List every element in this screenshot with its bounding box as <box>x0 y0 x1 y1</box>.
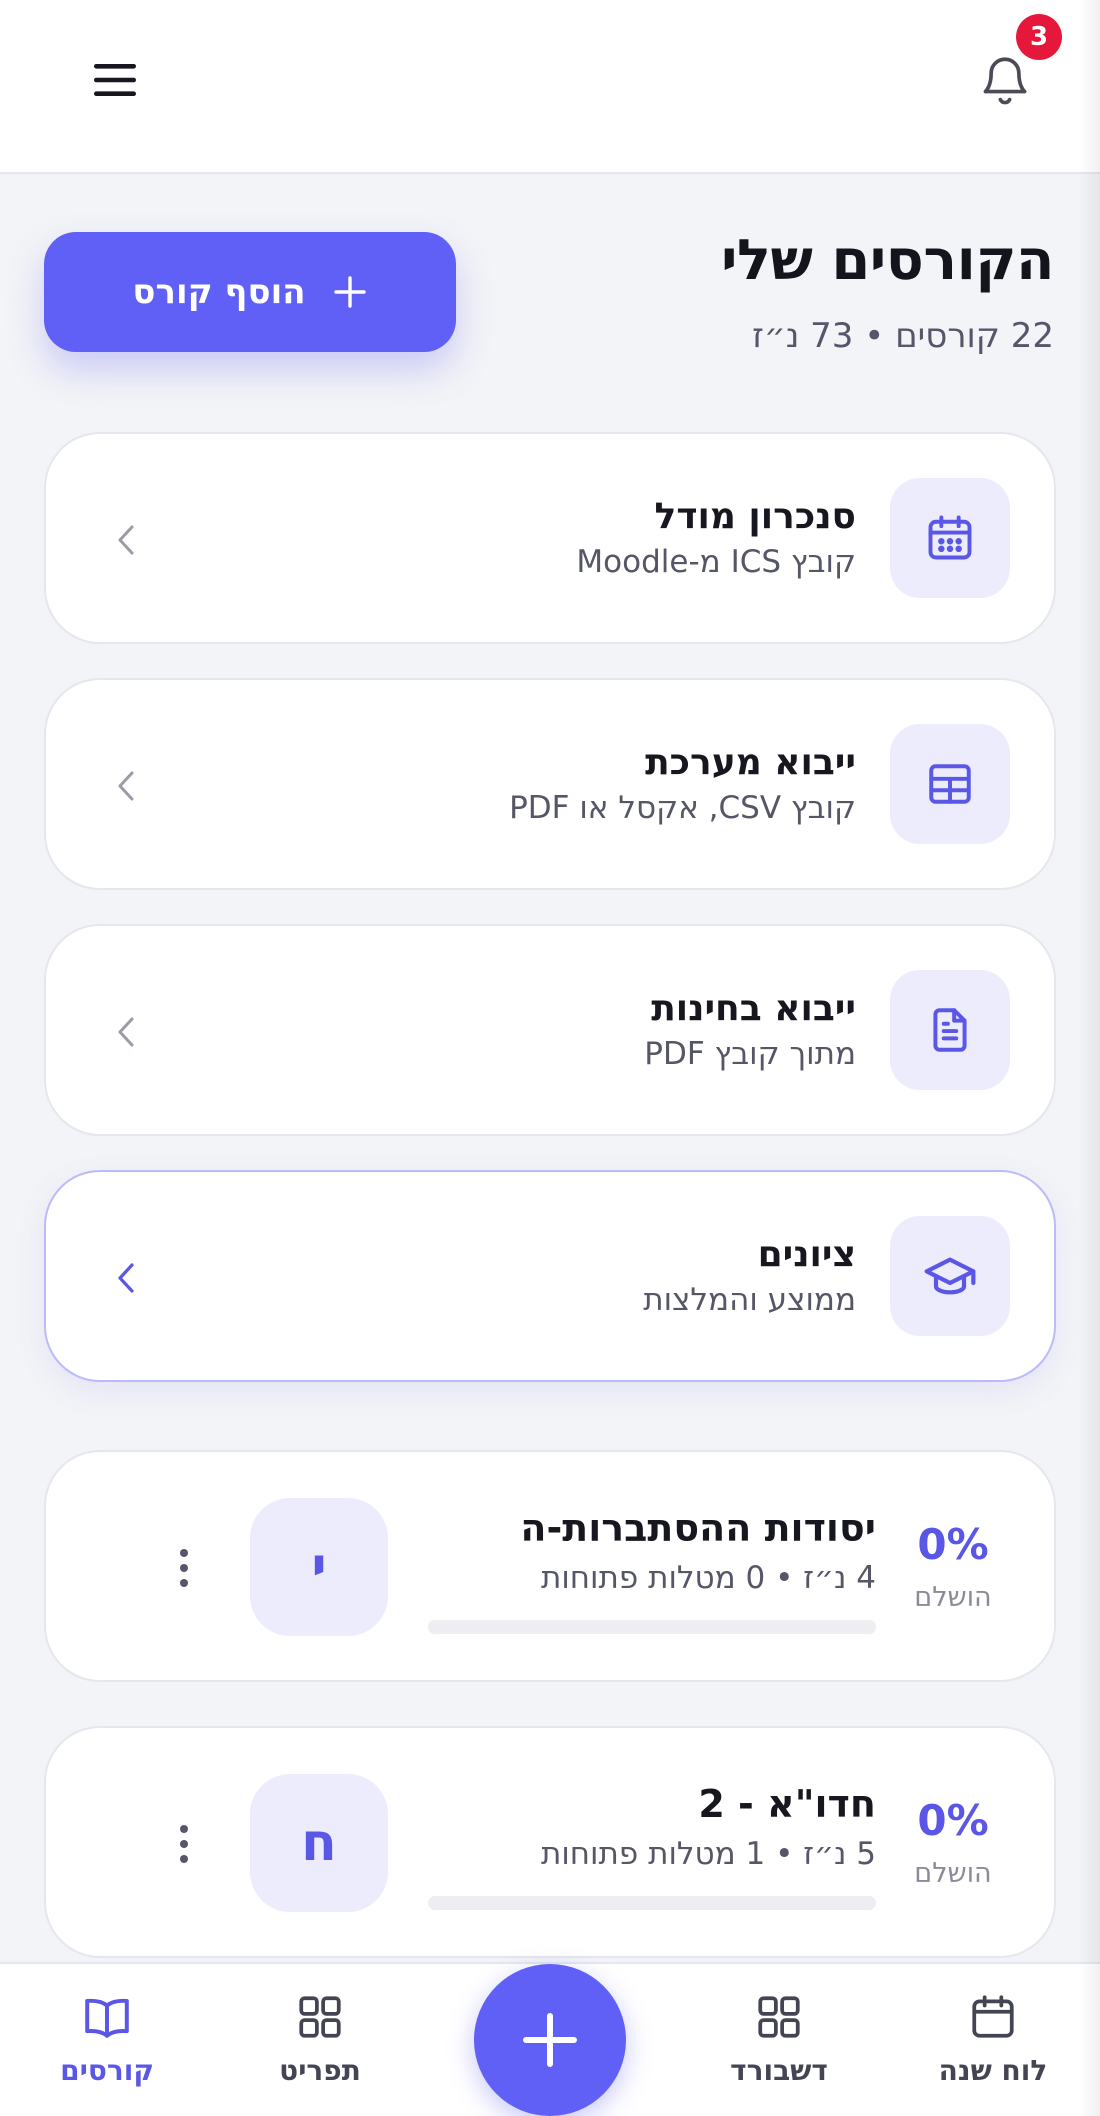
tool-icon-tile <box>890 724 1010 844</box>
course-card[interactable]: 0% הושלם יסודות ההסתברות-ה 4 נ״ז • 0 מטל… <box>44 1450 1056 1682</box>
menu-button[interactable] <box>80 50 150 110</box>
course-card[interactable]: 0% הושלם חדו"א - 2 5 נ״ז • 1 מטלות פתוחו… <box>44 1726 1056 1958</box>
plus-icon <box>333 276 366 308</box>
nav-label: תפריט <box>279 2054 361 2087</box>
course-avatar: ח <box>250 1774 388 1912</box>
page-subtitle: 22 קורסים • 73 נ״ז <box>752 316 1054 356</box>
course-percent-label: הושלם <box>914 1858 992 1889</box>
add-course-button[interactable]: הוסף קורס <box>44 232 456 352</box>
nav-item-dashboard[interactable]: דשבורד <box>704 1992 854 2102</box>
course-meta: 4 נ״ז • 0 מטלות פתוחות <box>540 1560 876 1596</box>
chevron-left-icon <box>96 1248 156 1308</box>
top-bar: 3 <box>0 0 1100 174</box>
tool-subtitle: ממוצע והמלצות <box>643 1282 856 1318</box>
tool-card-moodle-sync[interactable]: סנכרון מודל קובץ ICS מ-Moodle <box>44 432 1056 644</box>
course-progress-bar <box>428 1896 876 1910</box>
more-options-button[interactable] <box>164 1812 204 1876</box>
course-title: יסודות ההסתברות-ה <box>520 1506 876 1550</box>
add-fab-button[interactable] <box>474 1964 626 2116</box>
tool-subtitle: קובץ CSV, אקסל או PDF <box>509 790 856 826</box>
tool-card-exams-import[interactable]: ייבוא בחינות מתוך קובץ PDF <box>44 924 1056 1136</box>
tool-title: ייבוא מערכת <box>645 742 856 783</box>
graduation-cap-icon <box>924 1257 976 1295</box>
tool-title: סנכרון מודל <box>654 496 856 537</box>
kebab-menu-icon <box>180 1549 188 1587</box>
plus-icon <box>523 2013 577 2067</box>
tool-title: ייבוא בחינות <box>651 988 856 1029</box>
chevron-left-icon <box>96 1002 156 1062</box>
scroll-edge-shadow <box>1078 0 1100 2116</box>
tool-icon-tile <box>890 478 1010 598</box>
tool-card-grades[interactable]: ציונים ממוצע והמלצות <box>44 1170 1056 1382</box>
tool-subtitle: מתוך קובץ PDF <box>644 1036 856 1072</box>
hamburger-menu-icon <box>94 64 136 96</box>
document-icon <box>933 1008 967 1052</box>
courses-page: 3 הקורסים שלי 22 קורסים • 73 נ״ז הוסף קו… <box>0 0 1100 2116</box>
table-icon <box>929 764 971 804</box>
grid-icon <box>299 1996 341 2038</box>
page-title: הקורסים שלי <box>720 228 1055 293</box>
course-progress-bar <box>428 1620 876 1634</box>
course-percent: 0% <box>917 1796 989 1845</box>
bell-icon <box>983 57 1027 105</box>
tool-subtitle: קובץ ICS מ-Moodle <box>576 544 856 580</box>
course-percent: 0% <box>917 1520 989 1569</box>
chevron-left-icon <box>96 756 156 816</box>
calendar-icon <box>928 515 972 560</box>
notification-badge: 3 <box>1016 14 1062 60</box>
nav-item-calendar[interactable]: לוח שנה <box>918 1992 1068 2102</box>
nav-item-courses[interactable]: קורסים <box>32 1992 182 2102</box>
dashboard-icon <box>758 1996 800 2038</box>
tool-title: ציונים <box>757 1234 856 1275</box>
tool-icon-tile <box>890 1216 1010 1336</box>
chevron-left-icon <box>96 510 156 570</box>
nav-label: קורסים <box>60 2054 154 2087</box>
nav-item-menu[interactable]: תפריט <box>245 1992 395 2102</box>
tool-card-schedule-import[interactable]: ייבוא מערכת קובץ CSV, אקסל או PDF <box>44 678 1056 890</box>
course-meta: 5 נ״ז • 1 מטלות פתוחות <box>540 1836 876 1872</box>
kebab-menu-icon <box>180 1825 188 1863</box>
nav-label: דשבורד <box>730 2054 828 2087</box>
tool-icon-tile <box>890 970 1010 1090</box>
course-title: חדו"א - 2 <box>698 1782 876 1826</box>
more-options-button[interactable] <box>164 1536 204 1600</box>
course-avatar: י <box>250 1498 388 1636</box>
course-percent-label: הושלם <box>914 1582 992 1613</box>
nav-label: לוח שנה <box>938 2054 1048 2087</box>
book-icon <box>85 1998 129 2038</box>
calendar-icon <box>972 1995 1014 2038</box>
add-course-label: הוסף קורס <box>132 272 306 312</box>
